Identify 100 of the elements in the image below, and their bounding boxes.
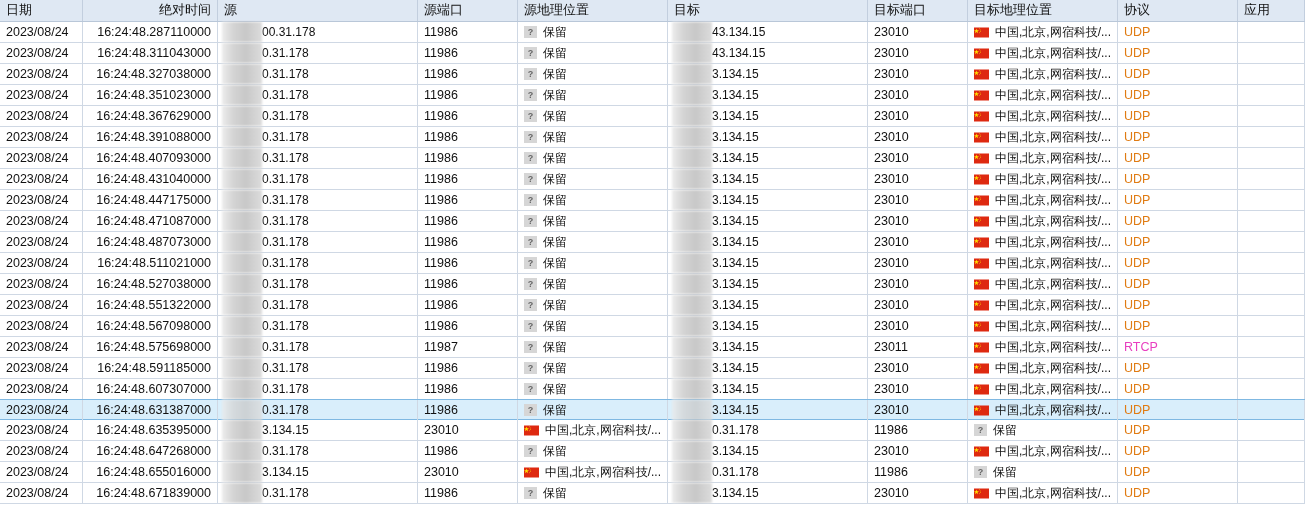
table-row[interactable]: 2023/08/24 16:24:48.487073000 0.31.178 11986 ? 保留 3.134.15 23010 中国,北京,网宿科技/... UDP bbox=[0, 232, 1305, 253]
column-header[interactable]: 目标端口 bbox=[868, 0, 968, 21]
protocol-label: UDP bbox=[1118, 106, 1238, 126]
china-flag-icon bbox=[974, 362, 989, 374]
table-row[interactable]: 2023/08/24 16:24:48.551322000 0.31.178 11986 ? 保留 3.134.15 23010 中国,北京,网宿科技/... UDP bbox=[0, 295, 1305, 316]
ip-address: 0.31.178 bbox=[262, 109, 309, 123]
blur-redaction bbox=[222, 316, 262, 336]
table-row[interactable]: 2023/08/24 16:24:48.447175000 0.31.178 11986 ? 保留 3.134.15 23010 中国,北京,网宿科技/... UDP bbox=[0, 190, 1305, 211]
ip-address: 3.134.15 bbox=[712, 298, 759, 312]
table-row[interactable]: 2023/08/24 16:24:48.407093000 0.31.178 11986 ? 保留 3.134.15 23010 中国,北京,网宿科技/... UDP bbox=[0, 148, 1305, 169]
table-cell: 23011 bbox=[868, 337, 968, 357]
ip-address: 0.31.178 bbox=[262, 172, 309, 186]
china-flag-icon bbox=[974, 341, 989, 353]
protocol-label: RTCP bbox=[1118, 337, 1238, 357]
column-header[interactable]: 目标地理位置 bbox=[968, 0, 1118, 21]
china-flag-icon bbox=[974, 299, 989, 311]
table-row[interactable]: 2023/08/24 16:24:48.635395000 3.134.15 23010 中国,北京,网宿科技/... 0.31.178 11986 ? 保留 UDP bbox=[0, 420, 1305, 441]
location-text: 保留 bbox=[543, 317, 567, 335]
location-text: 中国,北京,网宿科技/... bbox=[995, 23, 1111, 41]
table-row[interactable]: 2023/08/24 16:24:48.367629000 0.31.178 11986 ? 保留 3.134.15 23010 中国,北京,网宿科技/... UDP bbox=[0, 106, 1305, 127]
table-row[interactable]: 2023/08/24 16:24:48.575698000 0.31.178 11987 ? 保留 3.134.15 23011 中国,北京,网宿科技/... RTCP bbox=[0, 337, 1305, 358]
unknown-location-badge: ? bbox=[524, 341, 537, 353]
ip-address: 0.31.178 bbox=[262, 256, 309, 270]
column-header[interactable]: 源 bbox=[218, 0, 418, 21]
china-flag-icon bbox=[524, 424, 539, 436]
table-cell: 16:24:48.527038000 bbox=[83, 274, 218, 294]
table-row[interactable]: 2023/08/24 16:24:48.567098000 0.31.178 11986 ? 保留 3.134.15 23010 中国,北京,网宿科技/... UDP bbox=[0, 316, 1305, 337]
column-header[interactable]: 日期 bbox=[0, 0, 83, 21]
table-cell: 23010 bbox=[868, 483, 968, 503]
column-header[interactable]: 源地理位置 bbox=[518, 0, 668, 21]
location-text: 保留 bbox=[543, 191, 567, 209]
ip-address: 3.134.15 bbox=[712, 67, 759, 81]
table-cell: 2023/08/24 bbox=[0, 253, 83, 273]
china-flag-icon bbox=[524, 466, 539, 478]
table-cell: 11986 bbox=[418, 211, 518, 231]
protocol-label: UDP bbox=[1118, 462, 1238, 482]
blur-redaction bbox=[672, 148, 712, 168]
table-cell: 2023/08/24 bbox=[0, 441, 83, 461]
table-cell: 2023/08/24 bbox=[0, 85, 83, 105]
table-cell: 2023/08/24 bbox=[0, 232, 83, 252]
location-text: 保留 bbox=[993, 463, 1017, 481]
column-header[interactable]: 绝对时间 bbox=[83, 0, 218, 21]
location-text: 中国,北京,网宿科技/... bbox=[995, 275, 1111, 293]
table-cell: 16:24:48.575698000 bbox=[83, 337, 218, 357]
ip-address: 0.31.178 bbox=[262, 130, 309, 144]
blur-redaction bbox=[672, 211, 712, 231]
table-cell: 11987 bbox=[418, 337, 518, 357]
table-cell: 23010 bbox=[868, 148, 968, 168]
table-row[interactable]: 2023/08/24 16:24:48.511021000 0.31.178 11986 ? 保留 3.134.15 23010 中国,北京,网宿科技/... UDP bbox=[0, 253, 1305, 274]
unknown-location-badge: ? bbox=[524, 257, 537, 269]
selected-row[interactable]: 2023/08/24 16:24:48.631387000 0.31.178 11986 ? 保留 3.134.15 23010 中国,北京,网宿科技/... UDP bbox=[0, 399, 1305, 420]
table-row[interactable]: 2023/08/24 16:24:48.671839000 0.31.178 11986 ? 保留 3.134.15 23010 中国,北京,网宿科技/... UDP bbox=[0, 483, 1305, 504]
table-cell: 2023/08/24 bbox=[0, 420, 83, 440]
table-row[interactable]: 2023/08/24 16:24:48.327038000 0.31.178 11986 ? 保留 3.134.15 23010 中国,北京,网宿科技/... UDP bbox=[0, 64, 1305, 85]
location-text: 中国,北京,网宿科技/... bbox=[995, 107, 1111, 125]
location-text: 保留 bbox=[543, 149, 567, 167]
china-flag-icon bbox=[974, 383, 989, 395]
table-cell: 2023/08/24 bbox=[0, 316, 83, 336]
table-cell: 16:24:48.647268000 bbox=[83, 441, 218, 461]
protocol-label: UDP bbox=[1118, 169, 1238, 189]
table-row[interactable]: 2023/08/24 16:24:48.471087000 0.31.178 11986 ? 保留 3.134.15 23010 中国,北京,网宿科技/... UDP bbox=[0, 211, 1305, 232]
unknown-location-badge: ? bbox=[524, 131, 537, 143]
table-cell: 23010 bbox=[868, 441, 968, 461]
blur-redaction bbox=[222, 462, 262, 482]
table-cell: 23010 bbox=[868, 253, 968, 273]
table-row[interactable]: 2023/08/24 16:24:48.391088000 0.31.178 11986 ? 保留 3.134.15 23010 中国,北京,网宿科技/... UDP bbox=[0, 127, 1305, 148]
table-row[interactable]: 2023/08/24 16:24:48.311043000 0.31.178 11986 ? 保留 43.134.15 23010 中国,北京,网宿科技/... UDP bbox=[0, 43, 1305, 64]
table-cell: 2023/08/24 bbox=[0, 106, 83, 126]
table-cell: 11986 bbox=[418, 190, 518, 210]
table-row[interactable]: 2023/08/24 16:24:48.351023000 0.31.178 11986 ? 保留 3.134.15 23010 中国,北京,网宿科技/... UDP bbox=[0, 85, 1305, 106]
blur-redaction bbox=[672, 253, 712, 273]
china-flag-icon bbox=[974, 89, 989, 101]
column-header[interactable]: 目标 bbox=[668, 0, 868, 21]
ip-address: 43.134.15 bbox=[712, 25, 766, 39]
table-cell: 16:24:48.671839000 bbox=[83, 483, 218, 503]
location-text: 保留 bbox=[543, 401, 567, 419]
ip-address: 3.134.15 bbox=[712, 403, 759, 417]
unknown-location-badge: ? bbox=[524, 320, 537, 332]
column-header[interactable]: 源端口 bbox=[418, 0, 518, 21]
table-cell: 23010 bbox=[868, 295, 968, 315]
column-header[interactable]: 协议 bbox=[1118, 0, 1238, 21]
table-cell: 11986 bbox=[418, 295, 518, 315]
table-row[interactable]: 2023/08/24 16:24:48.591185000 0.31.178 11986 ? 保留 3.134.15 23010 中国,北京,网宿科技/... UDP bbox=[0, 358, 1305, 379]
blur-redaction bbox=[222, 358, 262, 378]
ip-address: 3.134.15 bbox=[712, 172, 759, 186]
blur-redaction bbox=[222, 169, 262, 189]
location-text: 中国,北京,网宿科技/... bbox=[995, 359, 1111, 377]
blur-redaction bbox=[222, 337, 262, 357]
blur-redaction bbox=[672, 379, 712, 399]
table-row[interactable]: 2023/08/24 16:24:48.647268000 0.31.178 11986 ? 保留 3.134.15 23010 中国,北京,网宿科技/... UDP bbox=[0, 441, 1305, 462]
table-row[interactable]: 2023/08/24 16:24:48.527038000 0.31.178 11986 ? 保留 3.134.15 23010 中国,北京,网宿科技/... UDP bbox=[0, 274, 1305, 295]
table-row[interactable]: 2023/08/24 16:24:48.287110000 00.31.178 11986 ? 保留 43.134.15 23010 中国,北京,网宿科技/... UDP bbox=[0, 22, 1305, 43]
blur-redaction bbox=[672, 420, 712, 440]
table-cell: 11986 bbox=[868, 462, 968, 482]
location-text: 中国,北京,网宿科技/... bbox=[995, 128, 1111, 146]
blur-redaction bbox=[672, 462, 712, 482]
column-header[interactable]: 应用 bbox=[1238, 0, 1305, 21]
table-row[interactable]: 2023/08/24 16:24:48.655016000 3.134.15 23010 中国,北京,网宿科技/... 0.31.178 11986 ? 保留 UDP bbox=[0, 462, 1305, 483]
table-cell: 11986 bbox=[868, 420, 968, 440]
table-row[interactable]: 2023/08/24 16:24:48.431040000 0.31.178 11986 ? 保留 3.134.15 23010 中国,北京,网宿科技/... UDP bbox=[0, 169, 1305, 190]
